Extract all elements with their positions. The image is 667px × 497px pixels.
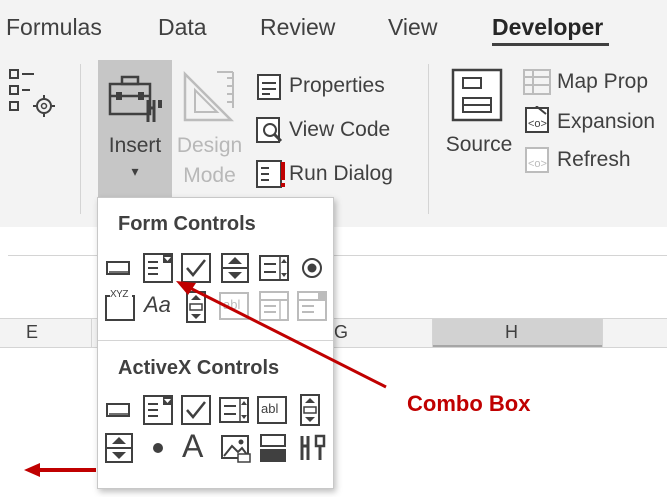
add-ins-icon[interactable]	[8, 68, 58, 122]
svg-text:<o>: <o>	[528, 158, 547, 170]
properties-icon	[256, 73, 282, 101]
activex-spin-button-control[interactable]	[104, 432, 134, 464]
form-check-box-control[interactable]	[180, 252, 212, 284]
activex-more-controls-control[interactable]	[296, 432, 328, 464]
group-box-caption: XYZ	[110, 289, 128, 300]
tab-formulas[interactable]: Formulas	[6, 14, 102, 41]
expansion-packs-icon: <o>	[522, 106, 554, 136]
expansion-packs-button[interactable]: Expansion	[557, 110, 655, 134]
text-field-glyph: abl	[223, 297, 241, 312]
column-divider	[91, 319, 92, 347]
form-button-control[interactable]	[104, 254, 132, 282]
map-properties-button[interactable]: Map Prop	[557, 70, 648, 94]
form-label-control[interactable]: Aa	[144, 292, 171, 318]
column-header-h[interactable]: H	[505, 322, 518, 343]
design-mode-button[interactable]	[172, 128, 247, 194]
refresh-data-icon: <o>	[522, 146, 554, 176]
dropdown-section-divider	[98, 340, 333, 341]
form-controls-heading: Form Controls	[118, 213, 256, 235]
view-code-button[interactable]: View Code	[289, 118, 390, 142]
source-button[interactable]: Source	[440, 130, 518, 160]
activex-label-control[interactable]: A	[182, 428, 203, 465]
insert-label: Insert	[108, 134, 162, 157]
form-scroll-bar-control[interactable]	[184, 290, 208, 324]
active-tab-indicator	[492, 43, 609, 46]
combo-box-annotation: Combo Box	[407, 391, 531, 416]
form-group-box-control[interactable]: XYZ	[104, 289, 136, 322]
activex-text-box-control[interactable]: abl	[256, 395, 288, 425]
tab-review[interactable]: Review	[260, 14, 335, 41]
view-code-icon	[255, 116, 285, 144]
design-mode-icon	[181, 68, 239, 124]
ribbon-separator	[80, 64, 81, 214]
activex-command-button-control[interactable]	[104, 396, 132, 424]
column-divider	[432, 319, 433, 347]
form-combo-list-edit-control[interactable]	[258, 290, 290, 322]
name-box-border	[8, 255, 100, 256]
form-combo-box-control[interactable]	[142, 252, 174, 284]
refresh-data-button[interactable]: Refresh	[557, 148, 631, 172]
tab-view[interactable]: View	[388, 14, 437, 41]
form-option-button-control[interactable]	[298, 254, 326, 282]
insert-controls-dropdown: Form Controls XYZ Aa abl ActiveX Control…	[97, 197, 334, 489]
run-dialog-button[interactable]: Run Dialog	[289, 162, 393, 186]
tab-data[interactable]: Data	[158, 14, 207, 41]
toolbox-icon	[108, 70, 164, 126]
activex-toggle-button-control[interactable]	[258, 432, 288, 464]
tab-developer[interactable]: Developer	[492, 14, 603, 41]
column-divider	[602, 319, 603, 347]
ribbon-separator	[428, 64, 429, 214]
xml-source-icon	[451, 68, 505, 124]
activex-combo-box-control[interactable]	[142, 394, 174, 426]
column-header-g[interactable]: G	[334, 322, 348, 343]
formula-bar-border	[332, 255, 667, 256]
activex-image-control[interactable]	[220, 432, 252, 464]
properties-button[interactable]: Properties	[289, 74, 385, 98]
left-arrow-icon	[24, 461, 98, 484]
text-box-glyph: abl	[261, 401, 279, 416]
activex-option-button-control[interactable]	[144, 434, 172, 462]
form-combo-drop-down-edit-control[interactable]	[296, 290, 328, 322]
svg-text:<o>: <o>	[528, 118, 547, 130]
run-dialog-icon	[255, 159, 289, 189]
activex-scroll-bar-control[interactable]	[298, 393, 322, 427]
form-spin-button-control[interactable]	[220, 252, 250, 284]
chevron-down-icon: ▾	[131, 163, 139, 179]
form-list-box-control[interactable]	[258, 254, 290, 282]
column-header-e[interactable]: E	[26, 322, 38, 343]
map-properties-icon	[522, 68, 552, 96]
activex-check-box-control[interactable]	[180, 394, 212, 426]
activex-controls-heading: ActiveX Controls	[118, 357, 280, 379]
form-text-field-control[interactable]: abl	[218, 291, 250, 321]
activex-list-box-control[interactable]	[218, 396, 250, 424]
